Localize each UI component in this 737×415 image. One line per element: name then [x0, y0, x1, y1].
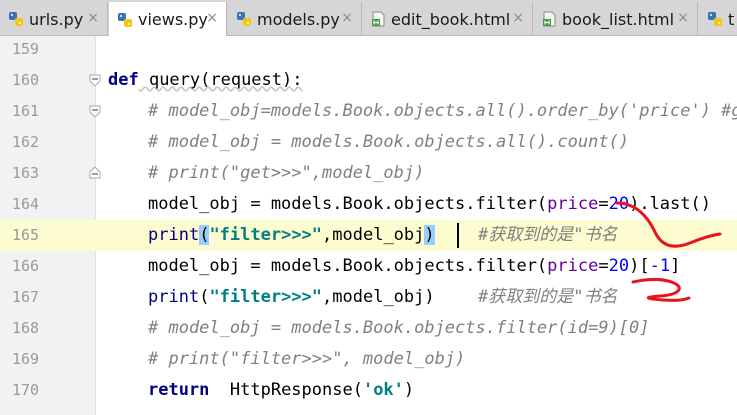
fold-end-icon[interactable] — [88, 166, 102, 180]
code-segment: )[ — [629, 256, 650, 276]
code-segment: HttpResponse( — [209, 380, 363, 400]
matched-paren: ( — [199, 225, 210, 245]
close-tab-icon[interactable]: × — [87, 10, 99, 26]
string-literal: "filter>>>" — [209, 287, 323, 307]
code-segment: ] — [670, 256, 681, 276]
tab-label: edit_book.html — [391, 9, 511, 29]
builtin-print: print — [148, 225, 200, 245]
code-segment: ( — [199, 287, 210, 307]
line-number: 159 — [12, 40, 40, 58]
builtin-print: print — [148, 287, 200, 307]
string-literal: "filter>>>" — [209, 225, 323, 245]
line-number: 162 — [12, 133, 40, 151]
comment-text: #获取到的是"书名 — [478, 287, 618, 307]
line-number: 168 — [12, 319, 40, 337]
number-literal: 20 — [608, 194, 630, 214]
html-file-icon — [372, 11, 385, 27]
tab-label: views.py — [138, 10, 208, 29]
line-number: 163 — [12, 164, 40, 182]
tab-book-list-html[interactable]: book_list.html × — [534, 2, 698, 36]
code-segment: model_obj = models.Book.objects.filter( — [148, 194, 548, 214]
matched-paren: ) — [424, 225, 435, 245]
return-keyword: return — [148, 380, 210, 400]
tab-urls-py[interactable]: urls.py × — [0, 2, 108, 36]
code-segment: model_obj = models.Book.objects.filter( — [148, 256, 548, 276]
code-editor[interactable]: 159 160 def query(request): 161 # model_… — [0, 36, 737, 415]
python-file-icon — [708, 12, 722, 26]
number-literal: 20 — [608, 256, 630, 276]
line-number: 166 — [12, 257, 40, 275]
code-line[interactable]: 162 # model_obj = models.Book.objects.al… — [0, 127, 737, 158]
python-file-icon — [9, 12, 23, 26]
line-number: 170 — [12, 381, 40, 399]
text-cursor — [457, 223, 459, 248]
comment-text: # model_obj=models.Book.objects.all().or… — [148, 101, 737, 121]
python-file-icon — [118, 12, 132, 27]
code-text: def query(request): — [108, 65, 302, 96]
code-line[interactable]: 170 return HttpResponse('ok') — [0, 375, 737, 406]
close-tab-icon[interactable]: × — [206, 10, 218, 26]
code-text: print("filter>>>",model_obj) — [148, 282, 435, 313]
line-number: 160 — [12, 71, 40, 89]
code-line[interactable]: 169 # print("filter>>>", model_obj) — [0, 344, 737, 375]
tab-label: models.py — [257, 9, 340, 29]
number-literal: -1 — [649, 256, 671, 276]
fold-collapse-icon[interactable] — [88, 73, 102, 87]
code-line[interactable]: 159 — [0, 34, 737, 65]
comment-text: #获取到的是"书名 — [478, 225, 618, 245]
tab-edit-book-html[interactable]: edit_book.html × — [363, 2, 533, 36]
code-line[interactable]: 164 model_obj = models.Book.objects.filt… — [0, 189, 737, 220]
tab-overflow[interactable]: t — [699, 2, 737, 36]
code-line-current[interactable]: 165 print("filter>>>",model_obj) #获取到的是"… — [0, 220, 737, 251]
code-text: model_obj = models.Book.objects.filter(p… — [148, 251, 680, 282]
def-keyword: def — [108, 70, 139, 90]
line-number: 169 — [12, 350, 40, 368]
code-line[interactable]: 168 # model_obj = models.Book.objects.fi… — [0, 313, 737, 344]
tab-label: urls.py — [29, 9, 84, 29]
code-text: return HttpResponse('ok') — [148, 375, 414, 406]
line-number: 167 — [12, 288, 40, 306]
code-line[interactable]: 167 print("filter>>>",model_obj) #获取到的是"… — [0, 282, 737, 313]
tab-views-py[interactable]: views.py × — [109, 2, 227, 37]
keyword-argument: price — [547, 256, 599, 276]
html-file-icon — [543, 11, 556, 27]
line-number: 165 — [12, 226, 40, 244]
close-tab-icon[interactable]: × — [512, 10, 524, 26]
code-line[interactable]: 160 def query(request): — [0, 65, 737, 96]
comment-text: # model_obj = models.Book.objects.filter… — [148, 318, 650, 338]
close-tab-icon[interactable]: × — [677, 10, 689, 26]
comment-text: # model_obj = models.Book.objects.all().… — [148, 132, 630, 152]
function-signature: query(request): — [138, 70, 303, 90]
code-text: model_obj = models.Book.objects.filter(p… — [148, 189, 711, 220]
comment-text: # print("get>>>",model_obj) — [148, 163, 425, 183]
line-number: 164 — [12, 195, 40, 213]
code-segment: = — [598, 256, 609, 276]
tab-models-py[interactable]: models.py × — [228, 2, 362, 36]
code-segment: ).last() — [629, 194, 711, 214]
tab-label: t — [728, 9, 735, 29]
fold-collapse-icon[interactable] — [88, 104, 102, 118]
code-line[interactable]: 163 # print("get>>>",model_obj) — [0, 158, 737, 189]
python-file-icon — [237, 12, 251, 26]
code-segment: ) — [403, 380, 415, 400]
string-literal: 'ok' — [362, 380, 404, 400]
comment-text: # print("filter>>>", model_obj) — [148, 349, 466, 369]
code-line[interactable]: 166 model_obj = models.Book.objects.filt… — [0, 251, 737, 282]
code-text: print("filter>>>",model_obj) — [148, 220, 435, 251]
code-segment: = — [598, 194, 609, 214]
keyword-argument: price — [547, 194, 599, 214]
code-segment: ,model_obj — [322, 225, 425, 245]
code-segment: ,model_obj) — [322, 287, 435, 307]
code-line[interactable]: 161 # model_obj=models.Book.objects.all(… — [0, 96, 737, 127]
close-tab-icon[interactable]: × — [341, 10, 353, 26]
line-number: 161 — [12, 102, 40, 120]
tab-label: book_list.html — [562, 9, 675, 29]
editor-tab-bar: urls.py × views.py × models.py × edit_bo… — [0, 0, 737, 37]
